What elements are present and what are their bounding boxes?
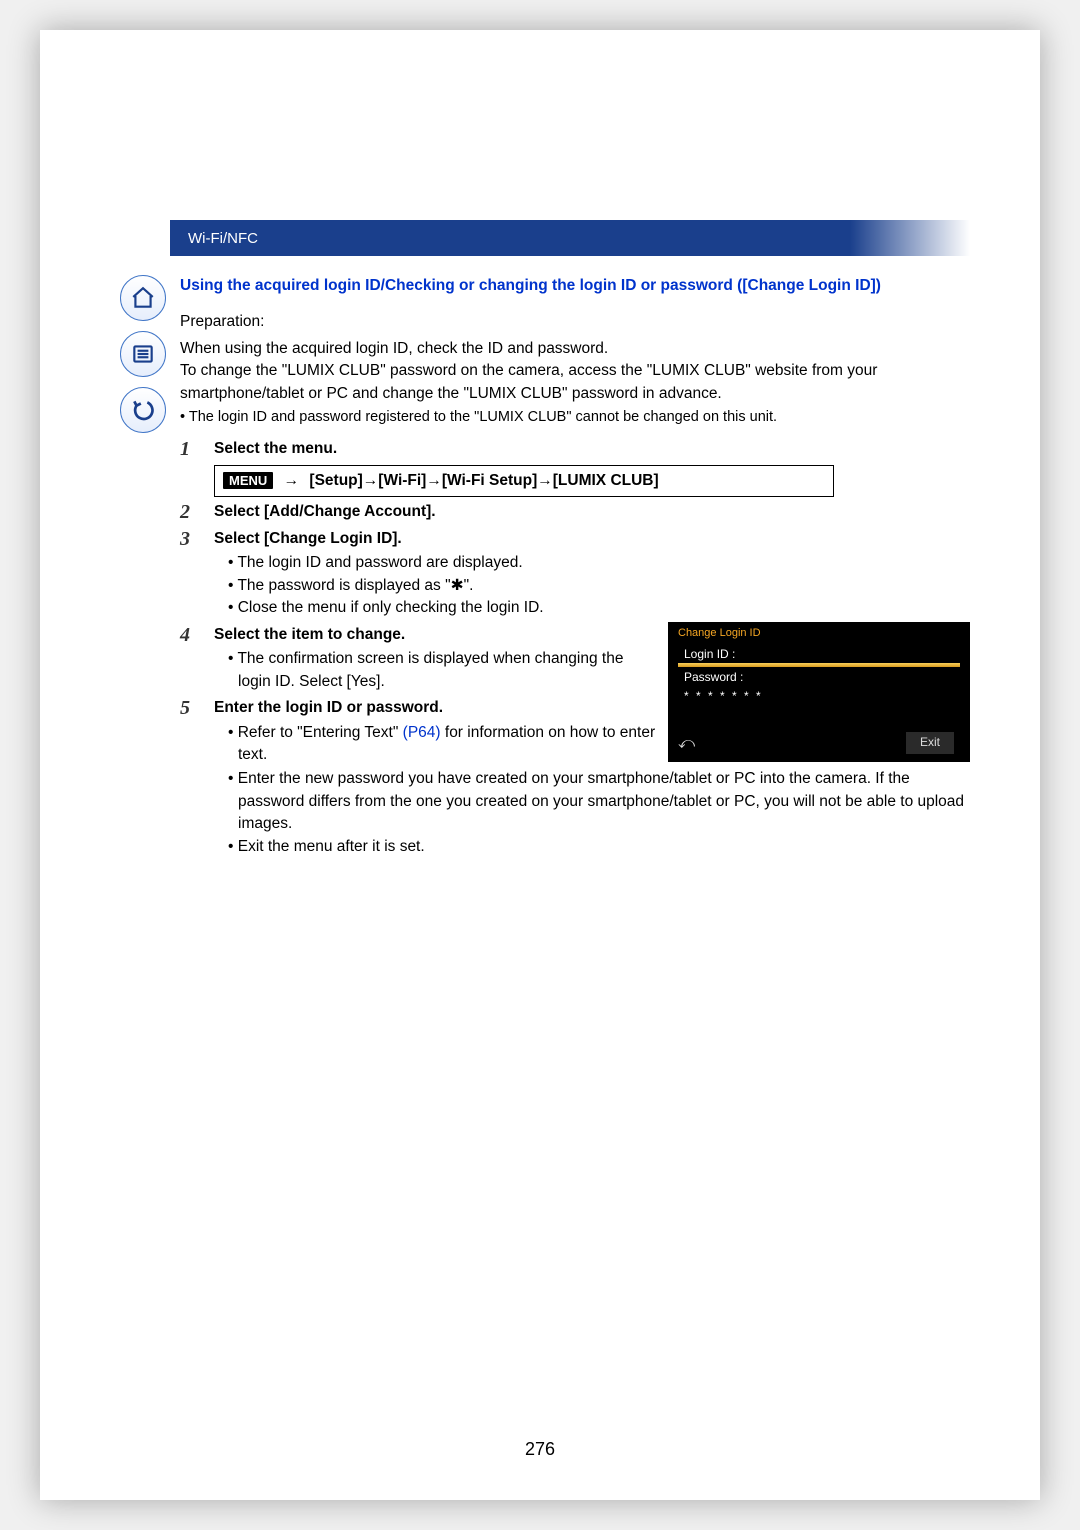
page-number: 276 <box>40 1439 1040 1460</box>
step-number: 2 <box>180 501 200 523</box>
bullet: Refer to "Entering Text" (P64) for infor… <box>228 722 656 767</box>
menu-path-box: MENU → [Setup]→[Wi-Fi]→[Wi-Fi Setup]→[LU… <box>214 465 834 497</box>
back-icon[interactable] <box>120 387 166 433</box>
step-number: 1 <box>180 438 200 497</box>
sub-bullets: Refer to "Entering Text" (P64) for infor… <box>214 722 656 767</box>
section-label: Wi-Fi/NFC <box>188 230 258 247</box>
thumb-back-icon: ⤺ <box>678 732 695 755</box>
bullet: Close the menu if only checking the logi… <box>228 597 970 619</box>
page-link[interactable]: (P64) <box>403 724 441 741</box>
step-3: 3 Select [Change Login ID]. The login ID… <box>180 528 970 620</box>
sub-bullets: The confirmation screen is displayed whe… <box>214 648 656 693</box>
step-label: Select the menu. <box>214 438 970 460</box>
menu-path: [Setup]→[Wi-Fi]→[Wi-Fi Setup]→[LUMIX CLU… <box>309 472 658 489</box>
thumb-password-value: * * * * * * * <box>668 686 970 705</box>
ui-screenshot-thumb: Change Login ID Login ID : Password : * … <box>668 622 970 762</box>
sub-bullets: Enter the new password you have created … <box>214 768 970 858</box>
bullet: The confirmation screen is displayed whe… <box>228 648 656 693</box>
bullet: Exit the menu after it is set. <box>228 836 970 858</box>
thumb-exit-button: Exit <box>906 732 954 753</box>
step-label: Select [Add/Change Account]. <box>214 501 970 523</box>
bullet: Enter the new password you have created … <box>228 768 970 835</box>
step-number-spacer <box>180 766 200 858</box>
step-5-cont: Enter the new password you have created … <box>180 766 970 858</box>
step-1: 1 Select the menu. MENU → [Setup]→[Wi-Fi… <box>180 438 970 497</box>
star-icon: ✱ <box>451 577 464 595</box>
page-title: Using the acquired login ID/Checking or … <box>180 275 970 297</box>
preparation-line1: When using the acquired login ID, check … <box>180 338 970 360</box>
thumb-login-label: Login ID : <box>668 644 970 663</box>
step-label: Select the item to change. <box>214 624 656 646</box>
content-area: Using the acquired login ID/Checking or … <box>180 275 970 858</box>
bullet: The login ID and password are displayed. <box>228 552 970 574</box>
manual-page: Wi-Fi/NFC Using the acquired login ID/Ch… <box>40 30 1040 1500</box>
side-nav <box>120 275 166 433</box>
steps-list: 1 Select the menu. MENU → [Setup]→[Wi-Fi… <box>180 438 970 858</box>
preparation-line2: To change the "LUMIX CLUB" password on t… <box>180 360 970 405</box>
thumb-password-label: Password : <box>668 667 970 686</box>
arrow-icon: → <box>284 472 300 489</box>
menu-badge: MENU <box>223 472 273 489</box>
bullet: The password is displayed as "✱". <box>228 575 970 597</box>
step-5: 5 Enter the login ID or password. Refer … <box>180 697 656 766</box>
preparation-label: Preparation: <box>180 311 970 333</box>
sub-bullets: The login ID and password are displayed.… <box>214 552 970 619</box>
step-2: 2 Select [Add/Change Account]. <box>180 501 970 523</box>
step-label: Enter the login ID or password. <box>214 697 656 719</box>
thumb-title: Change Login ID <box>668 622 970 644</box>
preparation-note: • The login ID and password registered t… <box>180 407 970 428</box>
step-number: 4 <box>180 624 200 693</box>
toc-icon[interactable] <box>120 331 166 377</box>
step-4: 4 Select the item to change. The confirm… <box>180 624 656 693</box>
section-header: Wi-Fi/NFC <box>170 220 970 256</box>
step-number: 5 <box>180 697 200 766</box>
step-label: Select [Change Login ID]. <box>214 528 970 550</box>
home-icon[interactable] <box>120 275 166 321</box>
step-number: 3 <box>180 528 200 620</box>
